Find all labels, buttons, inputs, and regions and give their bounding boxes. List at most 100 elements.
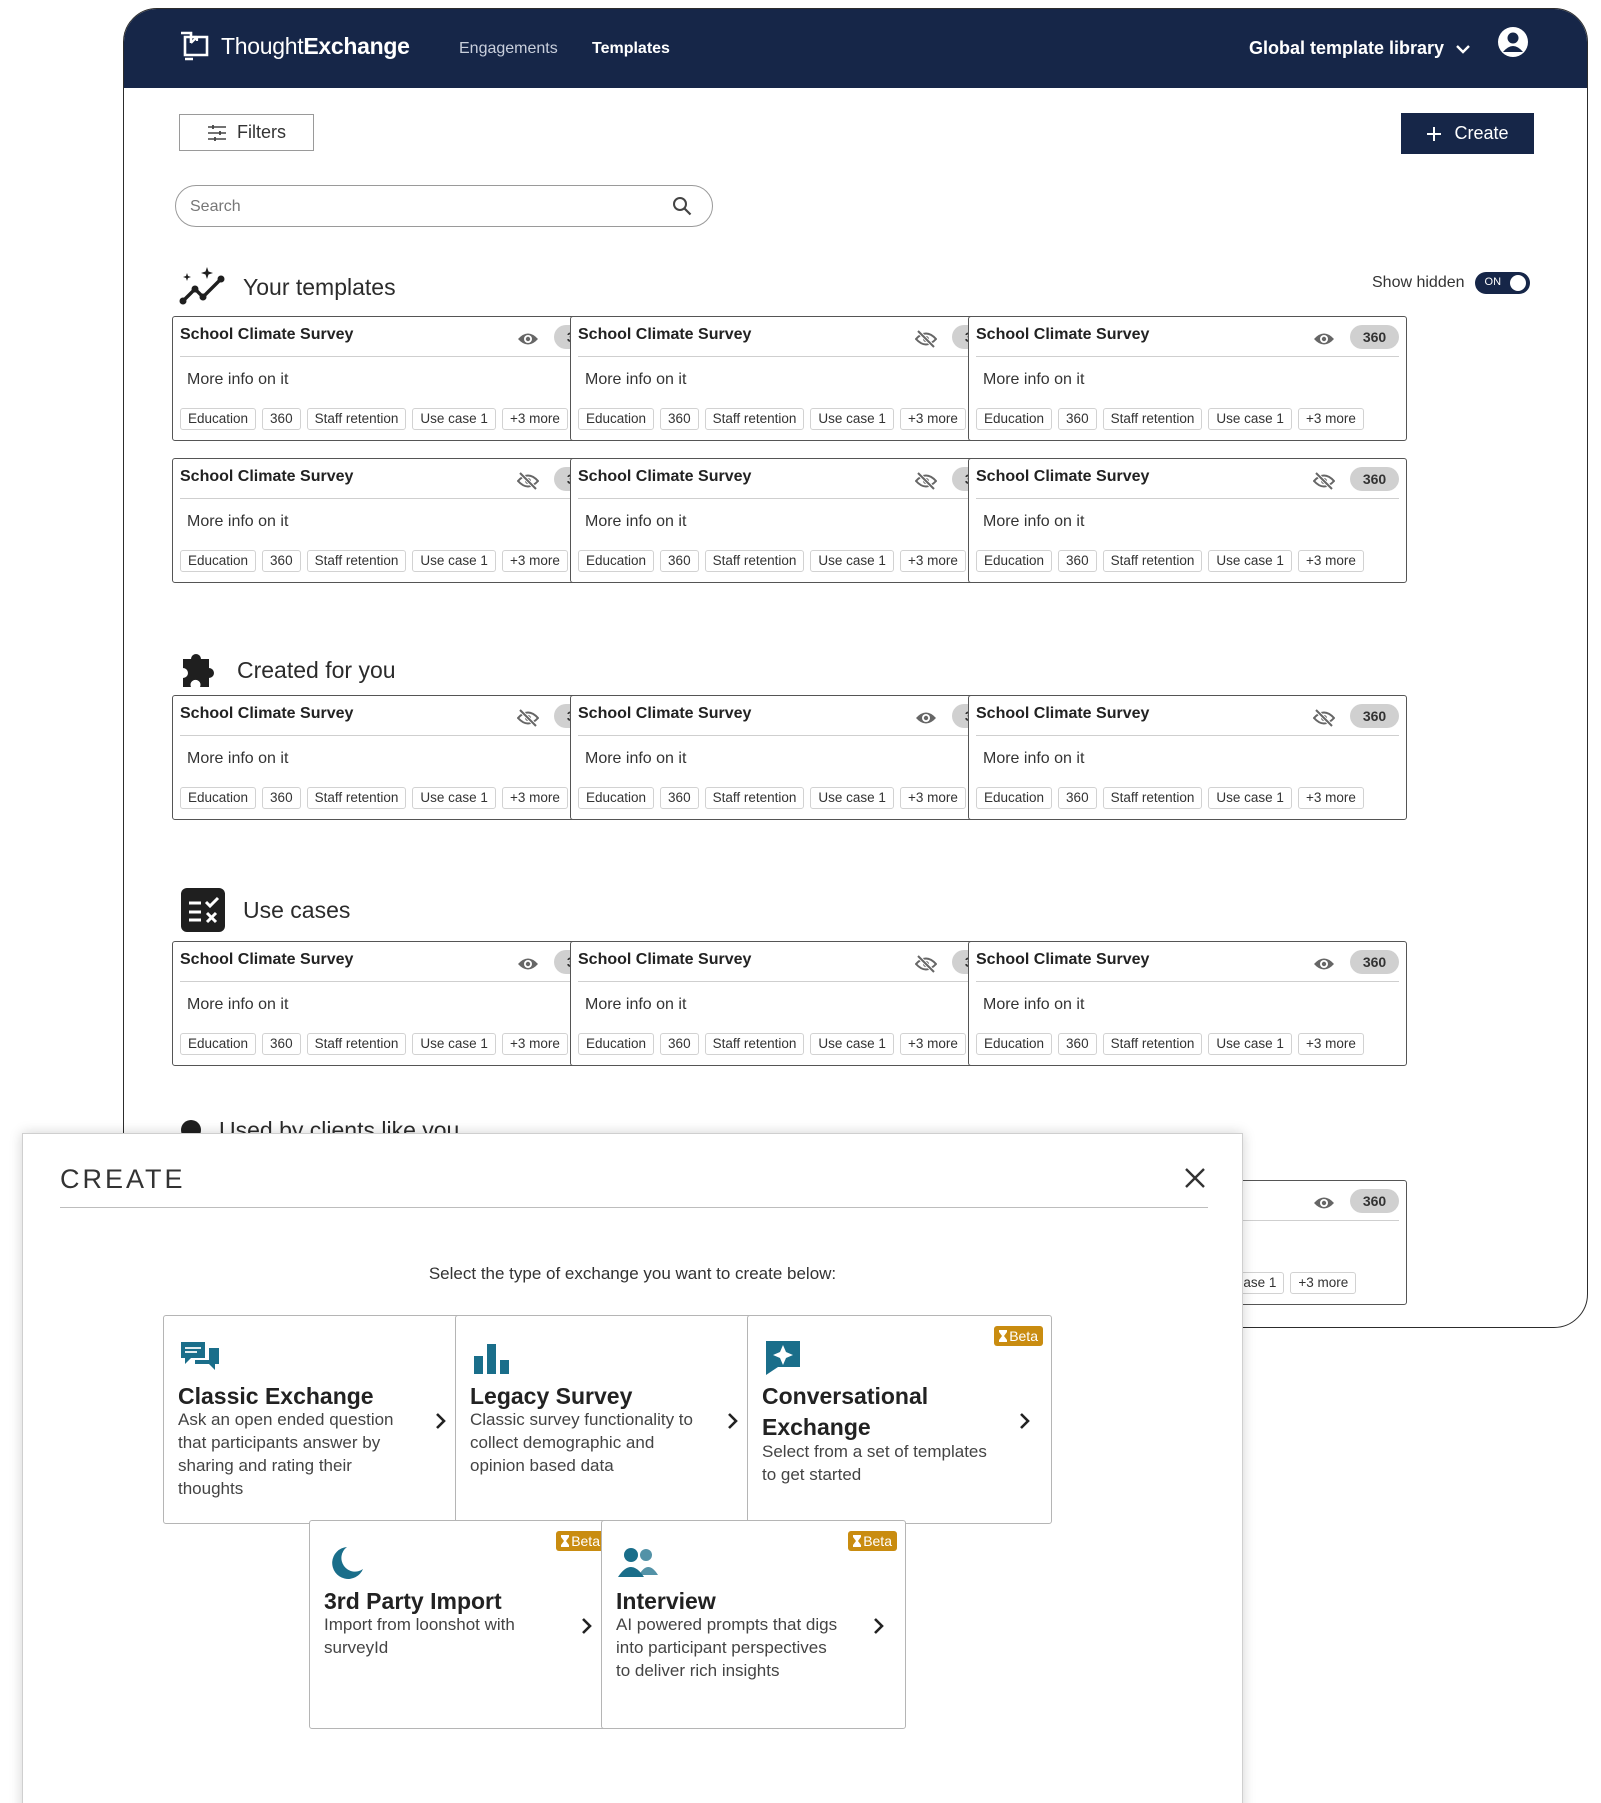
tag: Education xyxy=(180,787,257,809)
filters-label: Filters xyxy=(237,122,286,142)
create-button[interactable]: Create xyxy=(1401,113,1534,154)
tag: Education xyxy=(578,408,655,430)
tag: Staff retention xyxy=(1102,1033,1203,1055)
nav-engagements[interactable]: Engagements xyxy=(459,40,558,58)
eye-off-icon[interactable] xyxy=(516,471,540,491)
tag: Use case 1 xyxy=(1208,787,1292,809)
thoughtexchange-logo[interactable]: ThoughtExchange xyxy=(179,29,410,63)
card-description: More info on it xyxy=(187,371,289,388)
eye-off-icon[interactable] xyxy=(1312,708,1336,728)
tag: +3 more xyxy=(501,1033,568,1055)
card-tags: Education 360 Staff retention Use case 1 +3 … xyxy=(180,1033,568,1055)
eye-icon[interactable] xyxy=(517,954,539,974)
tag: Education xyxy=(578,550,655,572)
chevron-right-icon xyxy=(436,1413,446,1429)
eye-off-icon[interactable] xyxy=(914,954,938,974)
template-card[interactable]: School Climate Survey 360 More info on i… xyxy=(570,458,1009,583)
tag: Staff retention xyxy=(1102,787,1203,809)
template-card[interactable]: School Climate Survey 360 More info on i… xyxy=(570,695,1009,820)
card-description: More info on it xyxy=(983,513,1085,530)
card-description: More info on it xyxy=(187,750,289,767)
tag: 360 xyxy=(660,550,699,572)
eye-icon[interactable] xyxy=(1313,954,1335,974)
chevron-right-icon xyxy=(1020,1413,1030,1429)
card-divider xyxy=(578,981,1001,982)
template-card[interactable]: School Climate Survey 360 More info on i… xyxy=(570,316,1009,441)
tag: 360 xyxy=(262,1033,301,1055)
show-hidden-label: Show hidden xyxy=(1372,274,1465,291)
show-hidden-control: Show hidden ON xyxy=(1372,272,1530,294)
exchange-option-card[interactable]: Beta Conversational Exchange Select from… xyxy=(747,1315,1052,1524)
chevron-right-icon xyxy=(874,1618,884,1634)
tag: +3 more xyxy=(899,787,966,809)
tag: 360 xyxy=(660,1033,699,1055)
eye-off-icon[interactable] xyxy=(914,329,938,349)
tag: Staff retention xyxy=(1102,408,1203,430)
template-card[interactable]: School Climate Survey 360 More info on i… xyxy=(968,458,1407,583)
sparkle-trend-icon xyxy=(179,264,227,310)
tag: +3 more xyxy=(501,408,568,430)
exchange-option-card[interactable]: Beta Interview AI powered prompts that d… xyxy=(601,1520,906,1729)
card-title: School Climate Survey xyxy=(180,705,354,722)
option-description: Classic survey functionality to collect … xyxy=(470,1410,693,1475)
template-card[interactable]: School Climate Survey 360 More info on i… xyxy=(172,941,611,1066)
nav-templates[interactable]: Templates xyxy=(592,40,670,58)
section-created-for-you: Created for you xyxy=(179,647,396,693)
card-divider xyxy=(180,735,603,736)
search-icon[interactable] xyxy=(672,196,692,216)
card-badge: 360 xyxy=(1350,467,1399,491)
card-description: More info on it xyxy=(585,371,687,388)
beta-badge: Beta xyxy=(848,1531,897,1551)
template-card[interactable]: School Climate Survey 360 More info on i… xyxy=(570,941,1009,1066)
tag: Staff retention xyxy=(704,550,805,572)
tag: Education xyxy=(976,787,1053,809)
card-description: More info on it xyxy=(585,750,687,767)
tag: Education xyxy=(976,550,1053,572)
card-title: School Climate Survey xyxy=(976,326,1150,343)
tag: 360 xyxy=(262,550,301,572)
user-account-icon[interactable] xyxy=(1496,25,1530,59)
option-description: Ask an open ended question that particip… xyxy=(178,1410,394,1498)
card-title: School Climate Survey xyxy=(578,705,752,722)
eye-icon[interactable] xyxy=(915,708,937,728)
eye-off-icon[interactable] xyxy=(516,708,540,728)
option-title: Conversational Exchange xyxy=(762,1383,929,1440)
card-title: School Climate Survey xyxy=(976,705,1150,722)
card-divider xyxy=(976,981,1399,982)
tag: Staff retention xyxy=(704,787,805,809)
template-card[interactable]: School Climate Survey 360 More info on i… xyxy=(172,316,611,441)
card-tags: Education 360 Staff retention Use case 1 +3 … xyxy=(976,550,1364,572)
eye-icon[interactable] xyxy=(517,329,539,349)
exchange-option-card[interactable]: Legacy Survey Classic survey functionali… xyxy=(455,1315,760,1524)
card-tags: Education 360 Staff retention Use case 1 +3 … xyxy=(976,787,1364,809)
top-navigation-bar: ThoughtExchange Engagements Templates Gl… xyxy=(124,9,1587,88)
create-modal: CREATE Select the type of exchange you w… xyxy=(22,1133,1243,1803)
template-card[interactable]: School Climate Survey 360 More info on i… xyxy=(968,316,1407,441)
card-divider xyxy=(578,735,1001,736)
template-card[interactable]: School Climate Survey 360 More info on i… xyxy=(172,458,611,583)
card-divider xyxy=(180,356,603,357)
card-tags: Education 360 Staff retention Use case 1 +3 … xyxy=(180,550,568,572)
card-badge: 360 xyxy=(1350,950,1399,974)
eye-icon[interactable] xyxy=(1313,329,1335,349)
close-icon[interactable] xyxy=(1183,1166,1207,1190)
eye-off-icon[interactable] xyxy=(914,471,938,491)
card-title: School Climate Survey xyxy=(180,951,354,968)
template-card[interactable]: School Climate Survey 360 More info on i… xyxy=(968,941,1407,1066)
library-dropdown[interactable]: Global template library xyxy=(1249,38,1472,59)
tag: Use case 1 xyxy=(1208,1033,1292,1055)
tag: +3 more xyxy=(1297,787,1364,809)
eye-off-icon[interactable] xyxy=(1312,471,1336,491)
exchange-option-card[interactable]: Classic Exchange Ask an open ended quest… xyxy=(163,1315,468,1524)
show-hidden-toggle[interactable]: ON xyxy=(1474,272,1530,294)
brand-name: ThoughtExchange xyxy=(221,32,410,59)
card-description: More info on it xyxy=(983,371,1085,388)
checklist-icon xyxy=(179,887,227,933)
template-card[interactable]: School Climate Survey 360 More info on i… xyxy=(172,695,611,820)
card-tags: Education 360 Staff retention Use case 1 +3 … xyxy=(180,787,568,809)
search-input[interactable] xyxy=(190,195,650,219)
eye-icon[interactable] xyxy=(1313,1193,1335,1213)
filters-button[interactable]: Filters xyxy=(179,114,314,151)
exchange-option-card[interactable]: Beta 3rd Party Import Import from loonsh… xyxy=(309,1520,614,1729)
template-card[interactable]: School Climate Survey 360 More info on i… xyxy=(968,695,1407,820)
